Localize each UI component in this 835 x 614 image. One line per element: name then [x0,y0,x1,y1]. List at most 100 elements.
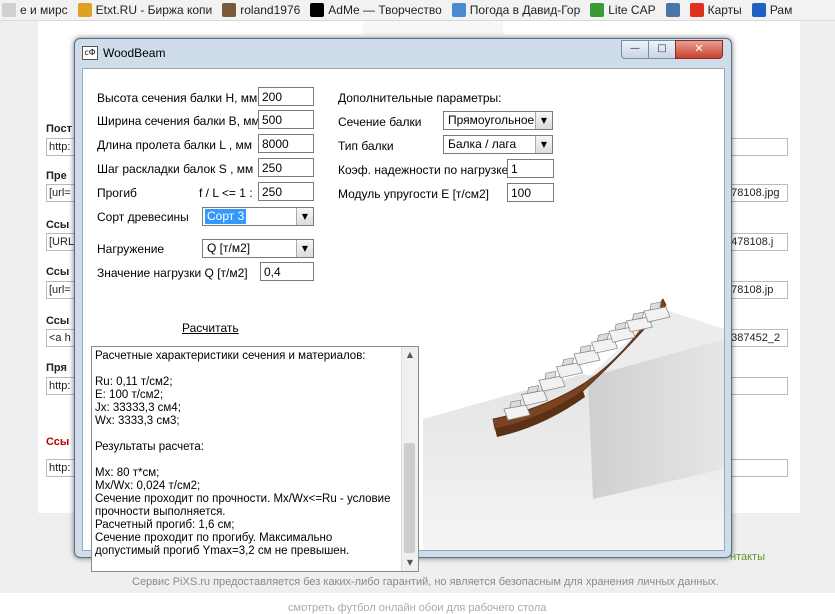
bookmark-item[interactable]: roland1976 [220,3,308,17]
bookmark-item[interactable]: Погода в Давид-Гор [450,3,588,17]
width-label: Ширина сечения балки B, мм [97,114,260,128]
page-footer-text: Сервис PiXS.ru предоставляется без каких… [132,576,719,588]
map-pin-icon [689,3,704,17]
globe-icon [590,3,605,17]
woodbeam-window: cФ WoodBeam — □ ✕ Высота сечения балки H… [74,38,732,572]
scroll-down-icon[interactable]: ▼ [402,555,418,571]
load-value-input[interactable]: 0,4 [260,262,314,281]
reliability-input[interactable]: 1 [507,159,554,178]
beam-3d-render [423,269,724,550]
section-label: Сечение балки [338,115,422,129]
section-value: Прямоугольное [448,113,535,127]
weather-icon [451,3,466,17]
close-button[interactable]: ✕ [675,40,723,59]
results-text: Расчетные характеристики сечения и матер… [95,350,399,558]
chevron-down-icon[interactable]: ▼ [296,240,313,257]
bookmark-label: roland1976 [240,3,301,17]
deflection-label: Прогиб [97,186,137,200]
results-textarea[interactable]: Расчетные характеристики сечения и матер… [91,346,419,572]
height-label: Высота сечения балки H, мм [97,91,258,105]
background-field-label: Ссы [46,266,70,278]
adme-logo-icon [310,3,325,17]
vk-icon [665,3,680,17]
results-line: Расчетный прогиб: 1,6 см; [95,519,235,531]
results-line: Jx: 33333,3 см4; [95,402,181,414]
results-line [95,428,399,441]
bookmark-label: AdMe — Творчество [328,3,442,17]
modulus-label: Модуль упругости E [т/см2] [338,187,489,201]
results-line [95,363,399,376]
scroll-up-icon[interactable]: ▲ [402,347,418,363]
maximize-button[interactable]: □ [648,40,676,59]
wood-grade-label: Сорт древесины [97,210,189,224]
section-select[interactable]: Прямоугольное ▼ [443,111,553,130]
calculate-button[interactable]: Расчитать [182,321,239,335]
modulus-input[interactable]: 100 [507,183,554,202]
results-scrollbar[interactable]: ▲ ▼ [401,347,418,571]
wood-grade-select[interactable]: Сорт 3 ▼ [202,207,314,226]
background-field-label: Пре [46,170,67,182]
span-label: Длина пролета балки L , мм [97,138,252,152]
results-line: Ru: 0,11 т/см2; [95,376,173,388]
extra-params-title: Дополнительные параметры: [338,91,502,105]
results-line: Сечение проходит по прочности. Mx/Wx<=Ru… [95,493,391,518]
results-line: E: 100 т/см2; [95,389,164,401]
bookmark-label: Etxt.RU - Биржа копи [95,3,213,17]
results-line: Результаты расчета: [95,441,204,453]
app-icon: cФ [82,46,98,60]
bookmark-label: е и мирс [20,3,68,17]
background-field-label: Ссы [46,436,70,448]
bookmark-item[interactable]: е и мирс [0,3,76,17]
spacing-input[interactable]: 250 [258,158,314,177]
user-icon [222,3,237,17]
page-icon [2,3,16,17]
loading-value: Q [т/м2] [207,241,251,255]
spacing-label: Шаг раскладки балок S , мм [97,162,254,176]
results-line: Сечение проходит по прогибу. Максимально… [95,532,350,557]
pen-icon [77,3,92,17]
chevron-down-icon[interactable]: ▼ [535,112,552,129]
bookmark-item[interactable]: Etxt.RU - Биржа копи [76,3,221,17]
reliability-label: Коэф. надежности по нагрузке [338,163,509,177]
minimize-button[interactable]: — [621,40,649,59]
background-field-label: Пост [46,123,72,135]
bookmark-item[interactable]: Lite CAP [588,3,663,17]
page-footer-links[interactable]: смотреть футбол онлайн обои для рабочего… [288,602,546,614]
loading-label: Нагружение [97,242,165,256]
bookmark-label: Lite CAP [608,3,656,17]
deflection-input[interactable]: 250 [258,182,314,201]
wood-grade-value: Сорт 3 [205,209,247,224]
beam-type-value: Балка / лага [448,137,517,151]
bookmark-item[interactable] [664,3,688,17]
bookmark-item[interactable]: Рам [750,3,801,17]
width-input[interactable]: 500 [258,110,314,129]
results-line: Расчетные характеристики сечения и матер… [95,350,366,362]
bookmark-label: Рам [769,3,793,17]
results-line: Mx: 80 т*см; [95,467,160,479]
background-field-label: Ссы [46,315,70,327]
loading-select[interactable]: Q [т/м2] ▼ [202,239,314,258]
window-title: WoodBeam [103,46,166,60]
beam-type-label: Тип балки [338,139,394,153]
contacts-link[interactable]: нтакты [730,551,765,563]
background-field-label: Пря [46,362,67,374]
beam-type-select[interactable]: Балка / лага ▼ [443,135,553,154]
span-input[interactable]: 8000 [258,134,314,153]
bookmarks-bar: е и мирс Etxt.RU - Биржа копи roland1976 Ad… [0,0,835,21]
load-value-label: Значение нагрузки Q [т/м2] [97,266,248,280]
results-line: Mx/Wx: 0,024 т/см2; [95,480,201,492]
bookmark-item[interactable]: AdMe — Творчество [308,3,449,17]
chevron-down-icon[interactable]: ▼ [535,136,552,153]
deflection-ratio-label: f / L <= 1 : [199,186,253,200]
bookmark-label: Погода в Давид-Гор [469,3,581,17]
window-titlebar[interactable]: cФ WoodBeam — □ ✕ [75,39,731,67]
background-field-label: Ссы [46,219,70,231]
results-line: Wx: 3333,3 см3; [95,415,180,427]
chevron-down-icon[interactable]: ▼ [296,208,313,225]
bookmark-item[interactable]: Карты [688,3,750,17]
scrollbar-thumb[interactable] [404,443,415,553]
background-thumbnail-strip [363,21,503,35]
bookmark-icon [751,3,766,17]
height-input[interactable]: 200 [258,87,314,106]
window-client-area: Высота сечения балки H, мм 200 Ширина се… [82,68,725,572]
